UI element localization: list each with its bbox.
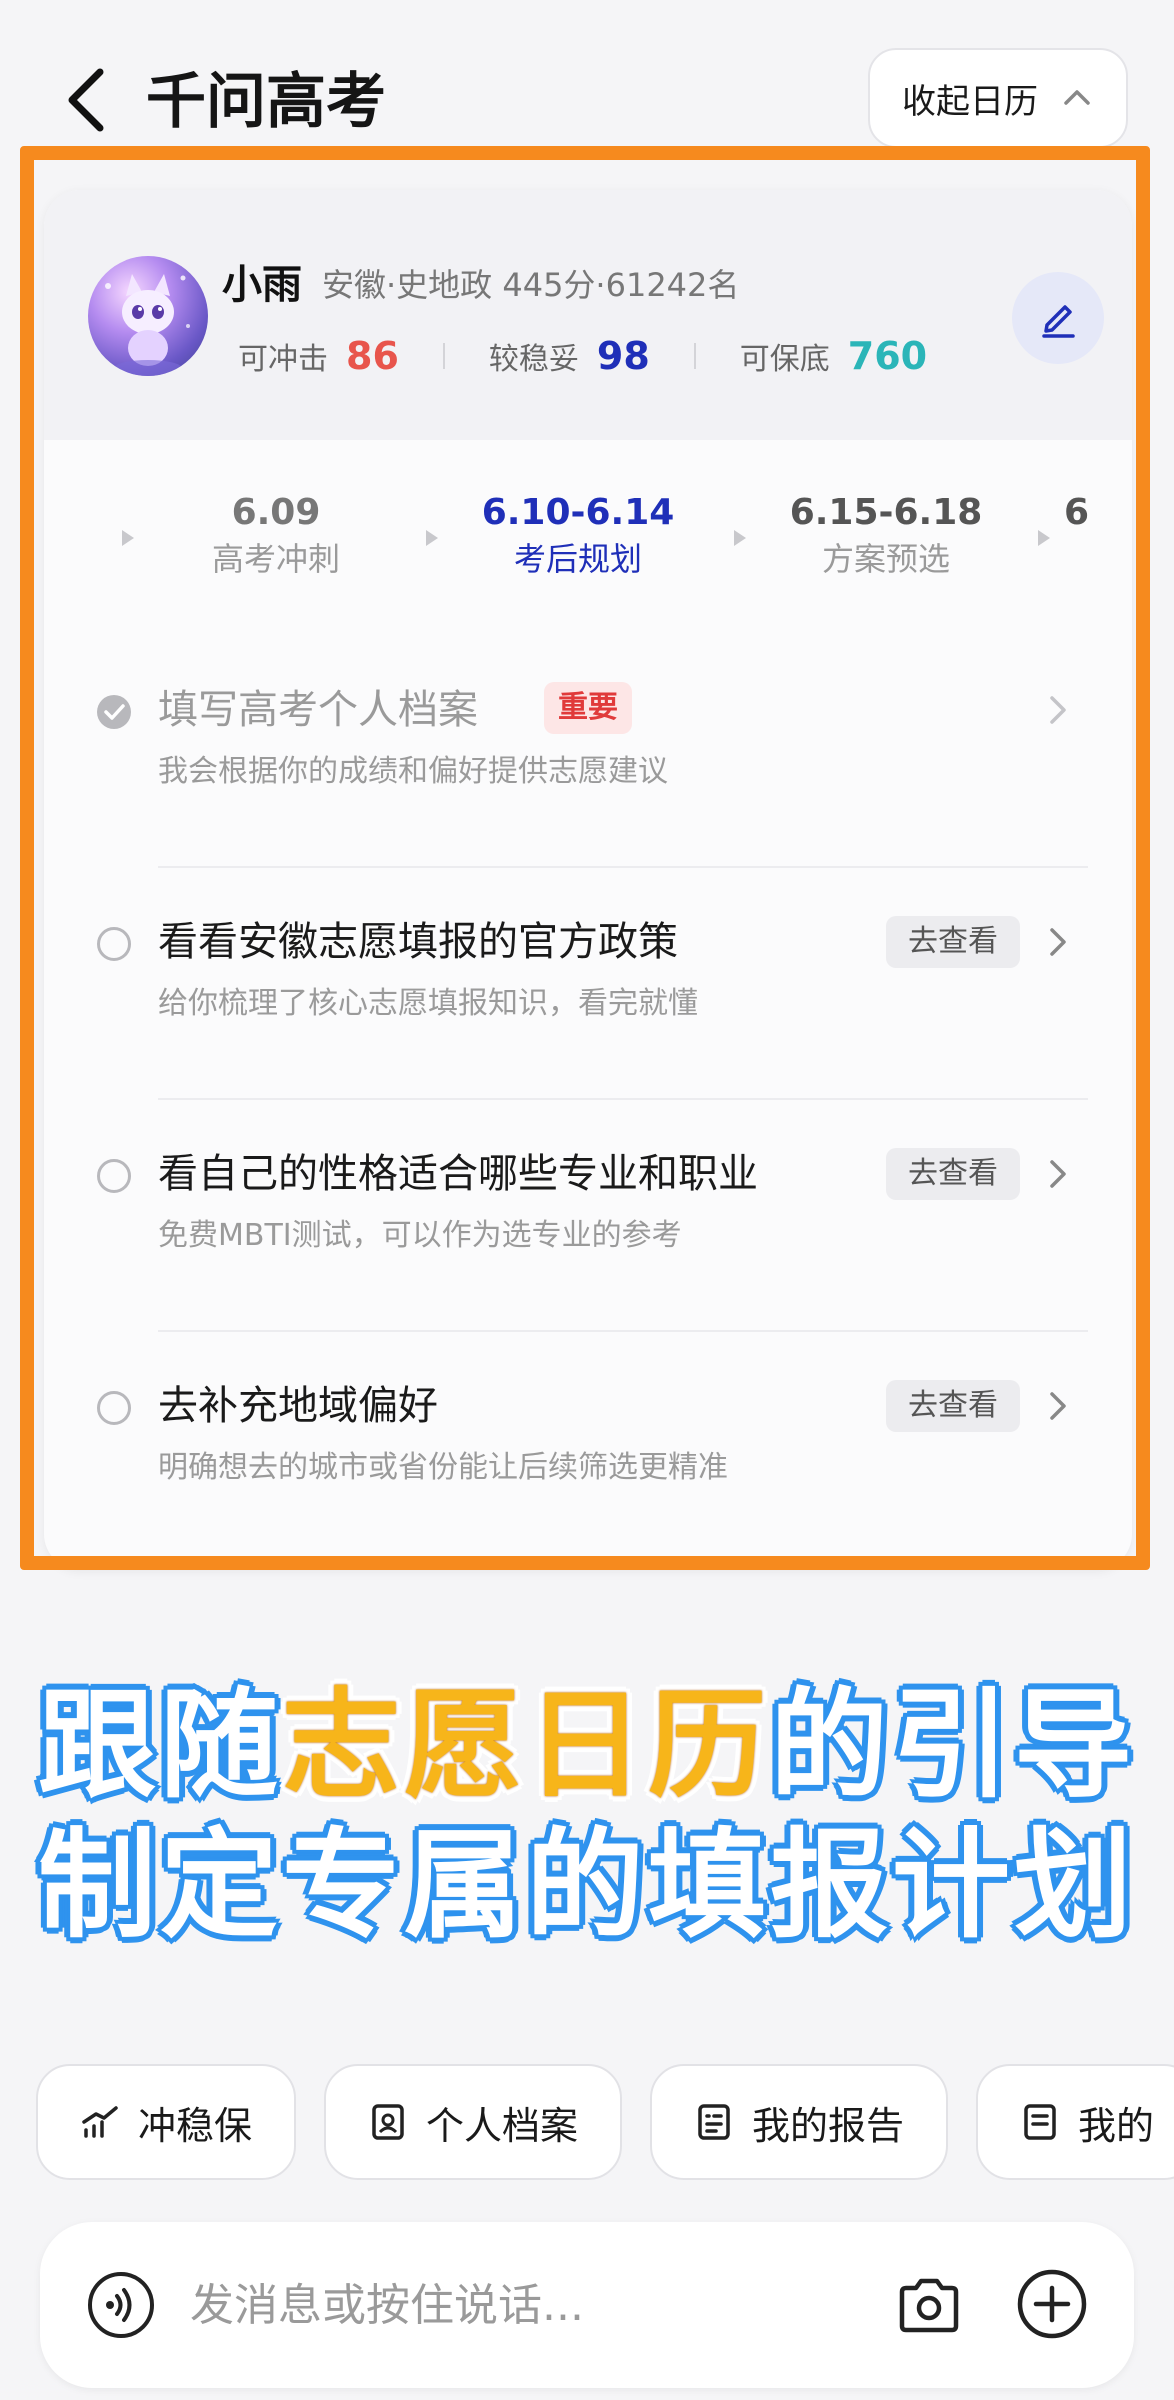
chevron-left-icon xyxy=(68,68,104,132)
caption-line-1: 跟随志愿日历的引导 xyxy=(0,1675,1174,1815)
report-icon xyxy=(698,2104,730,2140)
camera-icon[interactable] xyxy=(896,2274,962,2336)
caption-line-2: 制定专属的填报计划 xyxy=(37,1816,1136,1954)
chip-label: 冲稳保 xyxy=(138,2103,253,2148)
chip-label: 我的报告 xyxy=(752,2103,905,2148)
chip-label: 个人档案 xyxy=(426,2103,579,2148)
trend-icon xyxy=(82,2106,118,2138)
quick-action-report[interactable]: 我的报告 xyxy=(650,2064,949,2180)
list-icon xyxy=(1024,2104,1056,2140)
profile-card-icon xyxy=(372,2104,404,2140)
message-input-bar[interactable]: 发消息或按住说话... xyxy=(40,2222,1134,2388)
back-button[interactable] xyxy=(58,60,118,140)
plus-circle-icon[interactable] xyxy=(1016,2268,1088,2340)
quick-action-profile[interactable]: 个人档案 xyxy=(324,2064,623,2180)
voice-icon[interactable] xyxy=(86,2270,156,2340)
highlight-frame xyxy=(20,146,1150,1570)
collapse-calendar-button[interactable]: 收起日历 xyxy=(868,48,1128,148)
promo-caption: 跟随志愿日历的引导 制定专属的填报计划 xyxy=(0,1675,1174,1955)
chevron-up-icon xyxy=(1064,90,1090,105)
quick-action-reach-match-safety[interactable]: 冲稳保 xyxy=(36,2064,297,2180)
caption-text: 跟随 xyxy=(37,1676,282,1814)
caption-highlight: 志愿日历 xyxy=(281,1676,770,1814)
quick-actions: 冲稳保 个人档案 我的报告 我的 xyxy=(36,2064,1174,2180)
caption-text: 的引导 xyxy=(770,1676,1137,1814)
page-title: 千问高考 xyxy=(146,67,386,137)
collapse-calendar-label: 收起日历 xyxy=(902,81,1038,122)
chip-label: 我的 xyxy=(1078,2103,1155,2148)
quick-action-mine[interactable]: 我的 xyxy=(976,2064,1174,2180)
message-input[interactable]: 发消息或按住说话... xyxy=(190,2278,584,2334)
